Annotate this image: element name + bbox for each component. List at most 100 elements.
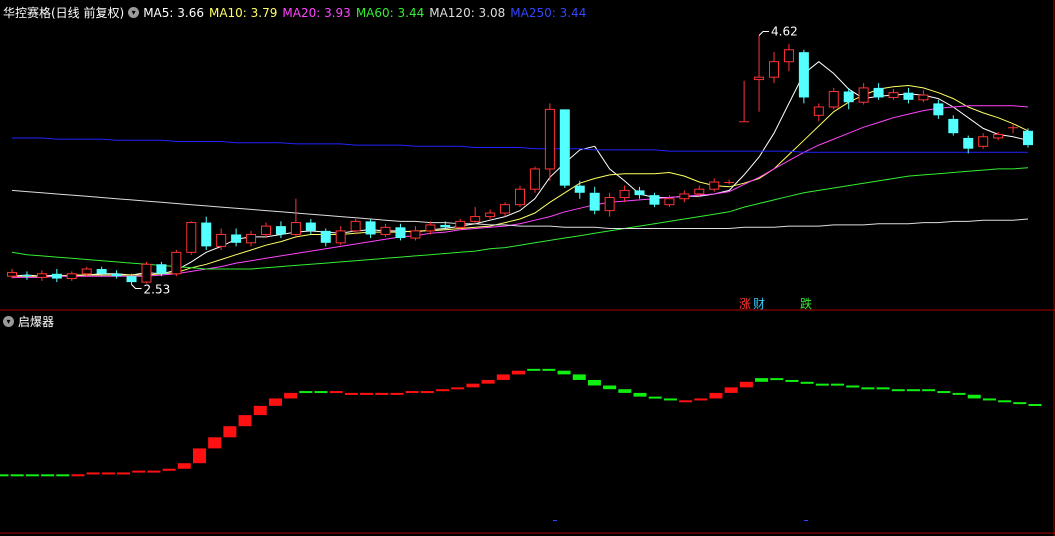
indicator-bar bbox=[0, 474, 9, 477]
indicator-bar bbox=[238, 415, 252, 427]
main-chart-header: 华控赛格(日线 前复权) ▾ MA5: 3.66 MA10: 3.79 MA20: … bbox=[3, 4, 595, 21]
candle-body bbox=[81, 268, 92, 275]
candle-body bbox=[963, 137, 974, 149]
indicator-bar bbox=[268, 398, 282, 406]
indicator-tick bbox=[553, 520, 557, 521]
indicator-bar bbox=[314, 391, 328, 394]
chart-canvas[interactable]: 4.62 2.53 bbox=[0, 0, 1055, 536]
candle-body bbox=[216, 233, 227, 247]
candle-body bbox=[305, 222, 316, 231]
stock-title: 华控赛格(日线 前复权) bbox=[3, 6, 125, 20]
low-price-label: 2.53 bbox=[144, 283, 171, 297]
candle-body bbox=[1023, 130, 1033, 146]
candle-body bbox=[171, 251, 182, 275]
ma-line-ma10 bbox=[12, 84, 1029, 277]
candle-body bbox=[440, 224, 451, 228]
indicator-bar bbox=[694, 398, 708, 401]
indicator-bar bbox=[147, 470, 161, 473]
indicator-bar bbox=[1013, 402, 1027, 405]
candle-body bbox=[903, 92, 914, 100]
candle-body bbox=[51, 273, 62, 279]
candle-body bbox=[559, 109, 570, 186]
ma-legend-item: MA60: 3.44 bbox=[355, 5, 425, 20]
indicator-bar bbox=[10, 474, 24, 477]
candle-body bbox=[275, 226, 286, 235]
candle-body bbox=[649, 195, 660, 205]
indicator-bar bbox=[937, 391, 951, 394]
candle-body bbox=[769, 61, 779, 78]
candle-body bbox=[1008, 127, 1019, 129]
candle-body bbox=[978, 136, 989, 147]
indicator-bar bbox=[572, 374, 586, 380]
ma-legend-item: MA20: 3.93 bbox=[282, 5, 351, 20]
tag-fall[interactable]: 跌 bbox=[799, 295, 813, 312]
candle-body bbox=[993, 133, 1004, 139]
candle-body bbox=[933, 103, 944, 116]
indicator-bar bbox=[906, 389, 920, 392]
candle-body bbox=[604, 197, 615, 212]
candle-body bbox=[246, 233, 257, 244]
candle-body bbox=[739, 121, 750, 123]
candle-body bbox=[470, 216, 481, 222]
indicator-bar bbox=[755, 378, 769, 382]
indicator-bar bbox=[86, 472, 100, 475]
indicator-bar bbox=[891, 389, 905, 392]
indicator-bar bbox=[952, 392, 966, 395]
candle-body bbox=[724, 182, 735, 184]
candle-body bbox=[141, 263, 152, 283]
candle-body bbox=[186, 222, 197, 253]
indicator-bar bbox=[299, 391, 313, 394]
candle-body bbox=[873, 87, 884, 98]
indicator-bar bbox=[284, 392, 298, 399]
candle-body bbox=[948, 118, 959, 134]
indicator-bar bbox=[360, 392, 374, 395]
candle-body bbox=[544, 108, 555, 170]
indicator-bar bbox=[25, 474, 39, 477]
candle-body bbox=[380, 226, 391, 235]
candle-body bbox=[320, 230, 331, 243]
tag-finance[interactable]: 财 bbox=[752, 295, 766, 312]
indicator-bar bbox=[587, 379, 601, 386]
indicator-bar bbox=[679, 400, 693, 403]
candle-body bbox=[694, 188, 705, 195]
indicator-bar bbox=[481, 379, 495, 384]
indicator-tick bbox=[804, 520, 808, 521]
candle-body bbox=[574, 185, 585, 193]
candle-body bbox=[111, 273, 122, 277]
candle-body bbox=[96, 269, 107, 274]
candle-body bbox=[843, 91, 854, 103]
indicator-bar bbox=[329, 391, 343, 394]
indicator-bar bbox=[162, 468, 176, 471]
candle-body bbox=[500, 204, 511, 214]
candle-body bbox=[634, 190, 645, 196]
candle-body bbox=[918, 94, 929, 101]
indicator-bar bbox=[71, 474, 85, 477]
candle-body bbox=[529, 168, 540, 190]
candle-body bbox=[485, 212, 496, 218]
indicator-bar bbox=[41, 474, 55, 477]
ma-legend-item: MA120: 3.08 bbox=[429, 5, 506, 20]
indicator-bar bbox=[56, 474, 70, 477]
indicator-title: 启爆器 bbox=[18, 315, 55, 329]
indicator-bar bbox=[375, 392, 389, 395]
ma-line-ma60 bbox=[11, 167, 1029, 270]
indicator-bar bbox=[922, 389, 936, 392]
candle-body bbox=[425, 224, 436, 232]
candle-body bbox=[66, 273, 77, 280]
indicator-bar bbox=[982, 398, 996, 401]
indicator-bar bbox=[557, 370, 571, 375]
candle-body bbox=[290, 222, 301, 235]
indicator-bar bbox=[512, 370, 525, 375]
ma-legend-item: MA5: 3.66 bbox=[143, 5, 204, 20]
indicator-bar bbox=[998, 400, 1012, 403]
candle-body bbox=[21, 274, 32, 277]
candle-body bbox=[395, 227, 406, 239]
candle-body bbox=[7, 272, 17, 277]
candle-body bbox=[888, 92, 899, 98]
dropdown-icon[interactable]: ▾ bbox=[128, 7, 140, 18]
ma-legend-item: MA10: 3.79 bbox=[208, 5, 278, 20]
dropdown-icon[interactable]: ▾ bbox=[3, 316, 14, 327]
tag-rise[interactable]: 涨 bbox=[738, 295, 752, 312]
indicator-bar bbox=[405, 391, 419, 394]
indicator-bar bbox=[831, 383, 845, 386]
